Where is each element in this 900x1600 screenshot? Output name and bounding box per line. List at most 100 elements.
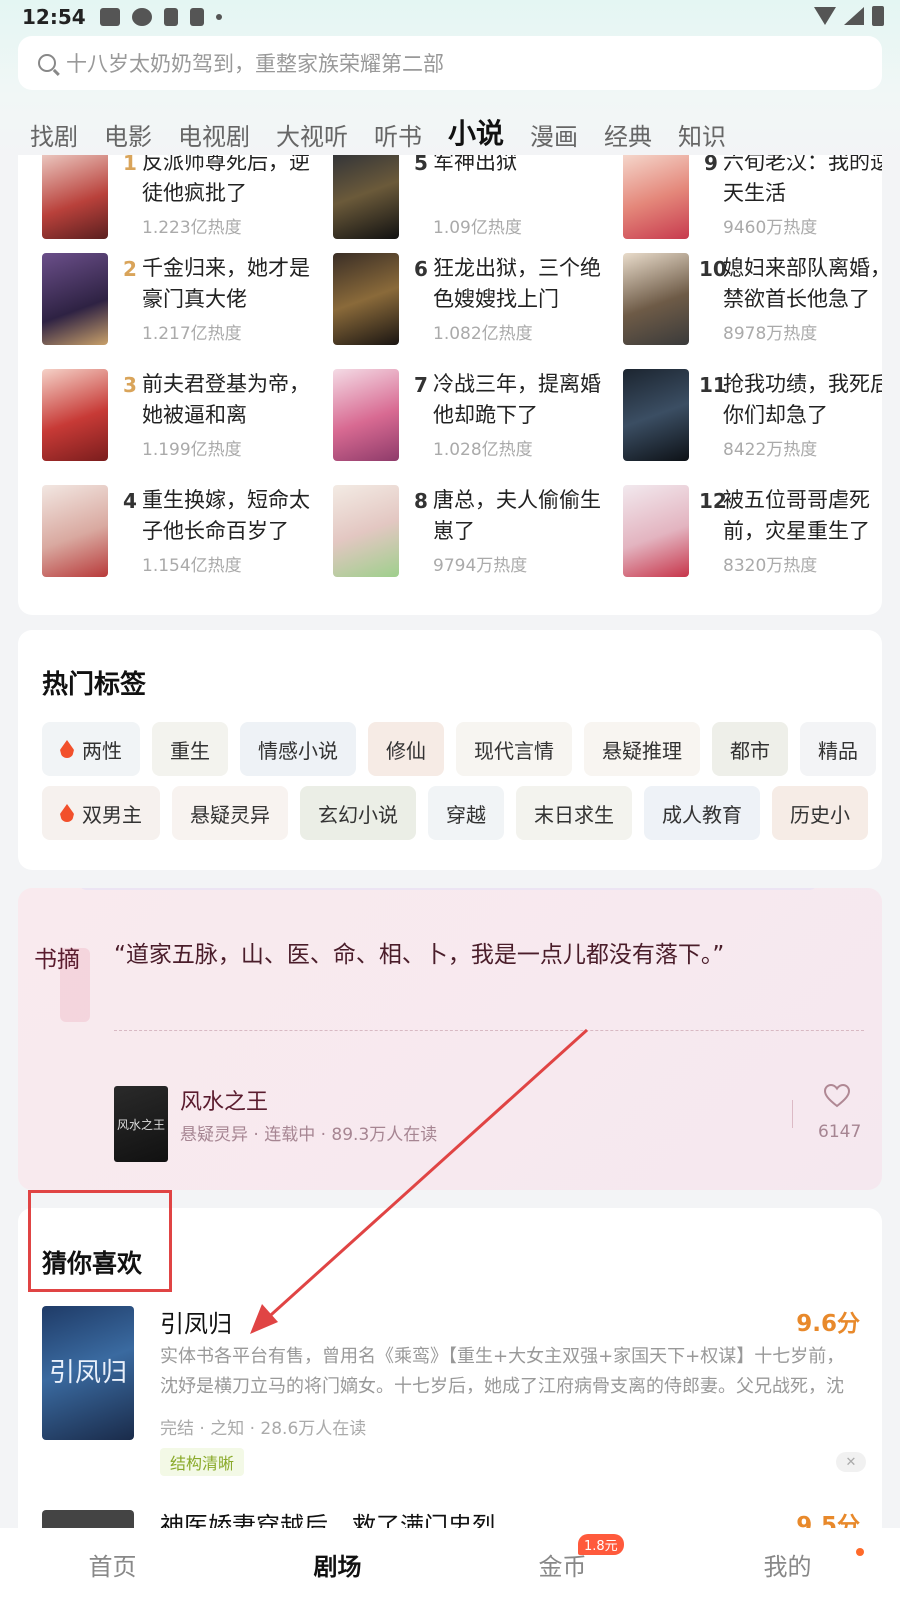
book-cover [42,369,108,461]
book-cover[interactable]: 引凤归 [42,1306,134,1440]
rank-number: 12 [699,489,727,513]
book-cover [623,485,689,577]
rank-title: 媳妇来部队离婚，禁欲首长他急了 [723,256,882,311]
tab-tv-series[interactable]: 电视剧 [178,117,250,152]
tag-row: 双男主 悬疑灵异 玄幻小说 穿越 末日求生 成人教育 历史小 [42,786,868,840]
book-cover [623,253,689,345]
tag-label: 情感小说 [258,738,338,763]
download-icon [189,8,204,26]
fire-icon [60,804,74,822]
tab-classic[interactable]: 经典 [604,117,652,152]
tag-chip[interactable]: 重生 [152,722,228,776]
rank-heat: 8320万热度 [723,556,818,576]
divider [114,1030,864,1031]
status-time: 12:54 [22,5,86,29]
book-cover[interactable]: 风水之王 [114,1086,168,1162]
rank-title: 冷战三年，提离婚他却跪下了 [433,372,601,427]
rank-heat: 8422万热度 [723,440,818,460]
rank-item[interactable]: 7 冷战三年，提离婚他却跪下了 1.028亿热度 [333,369,623,469]
download-icon [163,8,178,26]
tag-label: 悬疑灵异 [190,802,270,827]
status-bar: 12:54 [0,0,900,34]
tag-chip[interactable]: 修仙 [368,722,444,776]
rank-number: 8 [414,489,428,513]
tag-chip[interactable]: 精品 [800,722,876,776]
rank-item[interactable]: 3 前夫君登基为帝，她被逼和离 1.199亿热度 [42,369,332,469]
tag-chip[interactable]: 玄幻小说 [300,786,416,840]
rank-item[interactable]: 5 军神出狱 1.09亿热度 [333,155,623,247]
tab-knowledge[interactable]: 知识 [678,117,726,152]
heart-icon[interactable] [824,1084,850,1108]
rank-item[interactable]: 12 被五位哥哥虐死前，灾星重生了 8320万热度 [623,485,882,585]
tag-chip[interactable]: 悬疑推理 [584,722,700,776]
rank-item[interactable]: 6 狂龙出狱，三个绝色嫂嫂找上门 1.082亿热度 [333,253,623,353]
more-dot-icon [215,14,222,20]
search-placeholder: 十八岁太奶奶驾到，重整家族荣耀第二部 [66,52,444,76]
rank-heat: 9460万热度 [723,218,818,238]
coin-badge: 1.8元 [578,1534,624,1555]
tag-chip[interactable]: 双男主 [42,786,160,840]
play-icon [131,8,152,26]
tab-novel[interactable]: 小说 [441,106,504,152]
nav-theater[interactable]: 剧场 [225,1528,450,1600]
rank-heat: 1.082亿热度 [433,324,533,344]
book-cover [42,155,108,239]
rank-item[interactable]: 9 六旬老汉：我的逆天生活 9460万热度 [623,155,882,247]
signal-icon [844,7,864,25]
tag-chip[interactable]: 历史小 [772,786,868,840]
rank-title: 反派师尊死后，逆徒他疯批了 [142,155,310,205]
rank-number: 6 [414,257,428,281]
tag-chip[interactable]: 都市 [712,722,788,776]
book-cover [623,369,689,461]
tag-chip[interactable]: 情感小说 [240,722,356,776]
close-icon[interactable]: ✕ [836,1452,866,1472]
excerpt-book-meta: 悬疑灵异 · 连载中 · 89.3万人在读 [180,1125,438,1145]
divider [792,1100,793,1128]
rank-title: 前夫君登基为帝，她被逼和离 [142,372,310,427]
gallery-icon [99,8,120,26]
rank-title: 重生换嫁，短命太子他长命百岁了 [142,488,310,543]
rank-title: 军神出狱 [433,155,517,174]
book-title[interactable]: 引凤归 [160,1304,232,1339]
rank-item[interactable]: 1 反派师尊死后，逆徒他疯批了 1.223亿热度 [42,155,332,247]
book-cover [42,253,108,345]
rank-item[interactable]: 4 重生换嫁，短命太子他长命百岁了 1.154亿热度 [42,485,332,585]
tag-chip[interactable]: 现代言情 [456,722,572,776]
rank-title: 抢我功绩，我死后你们却急了 [723,372,882,427]
tag-chip[interactable]: 穿越 [428,786,504,840]
tag-row: 两性 重生 情感小说 修仙 现代言情 悬疑推理 都市 精品 [42,722,876,776]
category-tabs: 找剧 电影 电视剧 大视听 听书 小说 漫画 经典 知识 [30,106,752,152]
nav-mine[interactable]: 我的 [675,1528,900,1600]
rank-heat: 1.154亿热度 [142,556,242,576]
rank-item[interactable]: 11 抢我功绩，我死后你们却急了 8422万热度 [623,369,882,469]
rank-item[interactable]: 2 千金归来，她才是豪门真大佬 1.217亿热度 [42,253,332,353]
tag-chip[interactable]: 悬疑灵异 [172,786,288,840]
tab-movie[interactable]: 电影 [104,117,152,152]
book-title[interactable]: 神医娇妻穿越后，救了满门忠烈 [160,1506,496,1528]
excerpt-book-title[interactable]: 风水之王 [180,1084,268,1116]
rank-item[interactable]: 8 唐总，夫人偷偷生崽了 9794万热度 [333,485,623,585]
nav-home[interactable]: 首页 [0,1528,225,1600]
tag-label: 现代言情 [474,738,554,763]
rank-item[interactable]: 10 媳妇来部队离婚，禁欲首长他急了 8978万热度 [623,253,882,353]
book-cover[interactable] [42,1510,134,1528]
book-excerpt-card[interactable]: 书摘 “道家五脉，山、医、命、相、卜，我是一点儿都没有落下。” 风水之王 风水之… [18,888,882,1190]
tab-big-audiovisual[interactable]: 大视听 [276,117,348,152]
tag-chip[interactable]: 末日求生 [516,786,632,840]
tab-comic[interactable]: 漫画 [530,117,578,152]
tag-chip[interactable]: 两性 [42,722,140,776]
tab-audiobook[interactable]: 听书 [374,117,422,152]
tag-chip[interactable]: 成人教育 [644,786,760,840]
tag-label: 玄幻小说 [318,802,398,827]
rank-heat: 1.09亿热度 [433,218,522,238]
rank-number: 4 [123,489,137,513]
like-count: 6147 [818,1122,862,1142]
book-score: 9.5分 [796,1513,860,1528]
tag-label: 修仙 [386,738,426,763]
tag-label: 穿越 [446,802,486,827]
tab-find-drama[interactable]: 找剧 [30,117,78,152]
rank-number: 9 [704,155,718,175]
nav-coins[interactable]: 金币 [450,1528,675,1600]
tag-label: 双男主 [82,802,142,827]
search-bar[interactable]: 十八岁太奶奶驾到，重整家族荣耀第二部 [18,36,882,90]
